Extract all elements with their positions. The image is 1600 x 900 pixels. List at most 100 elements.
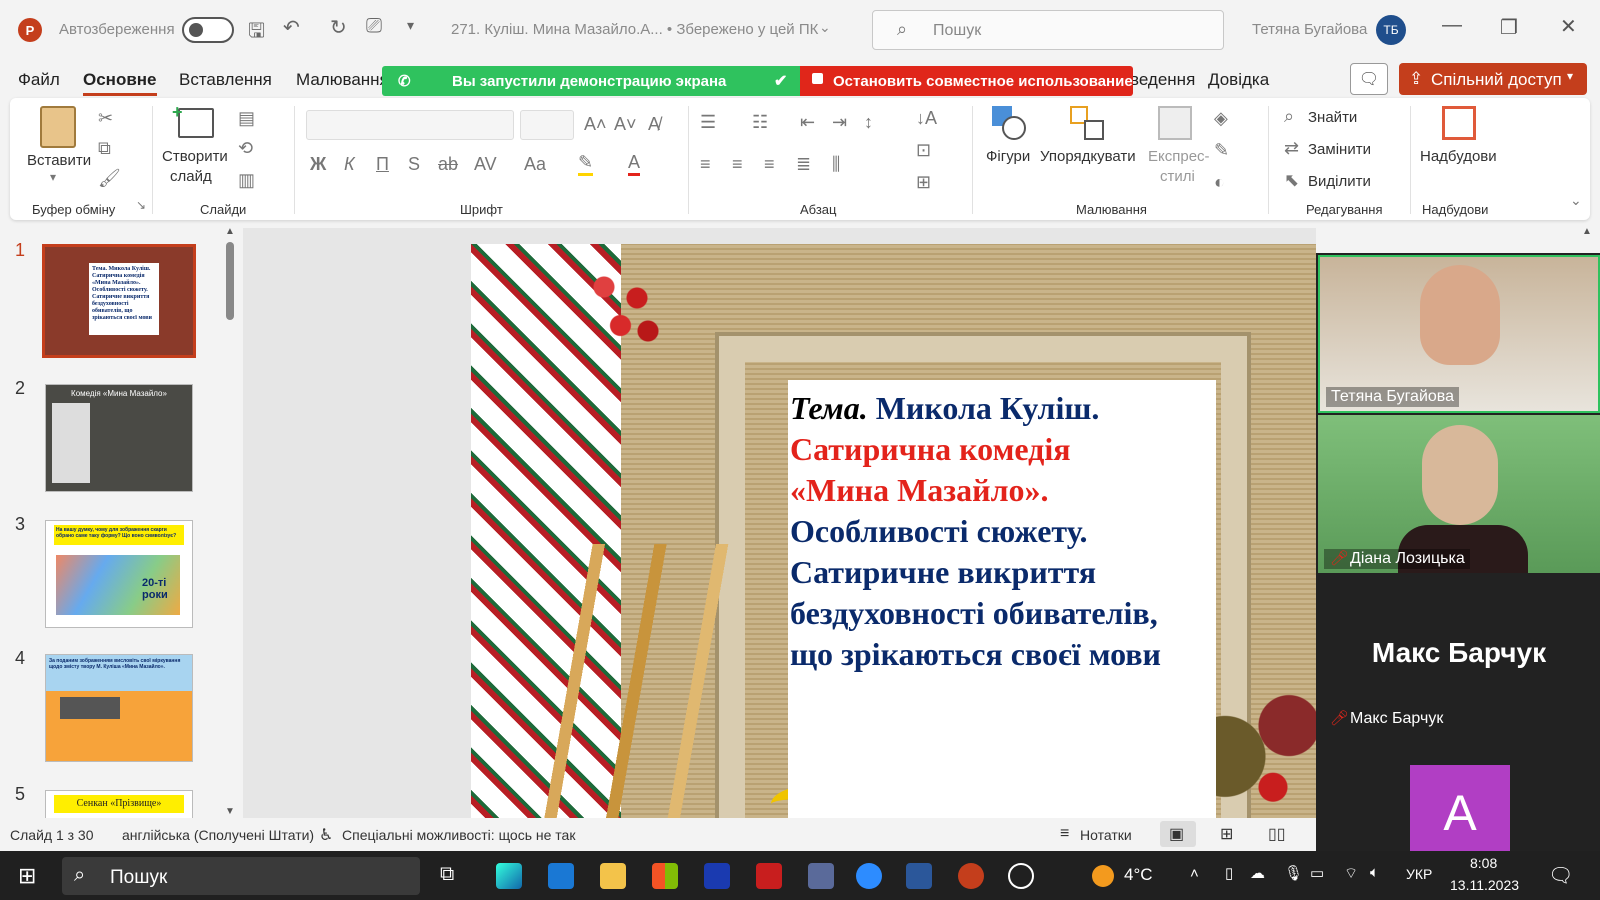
italic-button[interactable]: К [344,154,355,175]
highlight-icon[interactable]: ✎ [578,152,594,176]
quick-styles-button-line2[interactable]: стилі [1160,168,1195,185]
font-name-select[interactable] [306,110,514,140]
cut-icon[interactable]: ✂ [98,108,113,129]
search-box[interactable]: ⌕ Пошук [872,10,1224,50]
scroll-up-icon[interactable]: ▲ [225,226,235,237]
increase-indent-icon[interactable]: ⇥ [832,112,847,133]
notes-icon[interactable]: ≡ [1060,825,1069,843]
scroll-down-icon[interactable]: ▼ [225,806,235,817]
tab-help[interactable]: Довідка [1208,70,1269,90]
shape-outline-icon[interactable]: ✎ [1214,140,1229,161]
media-player-icon[interactable] [1008,863,1034,889]
customize-qat-icon[interactable]: ▾ [407,17,414,34]
slide-thumbnail-2[interactable]: Комедія «Мина Мазайло» [45,384,193,492]
new-slide-icon[interactable] [178,108,214,138]
chevron-up-icon[interactable]: ˄ [1190,865,1199,882]
chevron-down-icon[interactable]: ⌄ [819,19,831,36]
app-l-icon[interactable] [704,863,730,889]
notifications-icon[interactable]: 🗨︎ [1548,863,1573,888]
shapes-icon[interactable] [992,106,1026,140]
collapse-ribbon-icon[interactable]: ⌄ [1570,192,1582,209]
smartart-icon[interactable]: ⊞ [916,172,931,193]
font-size-select[interactable] [520,110,574,140]
quick-styles-button[interactable]: Експрес- [1148,148,1210,165]
task-view-icon[interactable]: ⧉ [440,863,454,886]
section-icon[interactable]: ▥ [238,170,255,191]
thumbnail-scrollbar[interactable]: ▲ ▼ [223,226,237,818]
weather-temperature[interactable]: 4°C [1124,865,1153,885]
bullets-icon[interactable]: ☰ [700,112,716,133]
taskbar-search-input[interactable]: Пошук [110,867,167,889]
char-spacing-icon[interactable]: AV [474,154,497,175]
store-icon[interactable] [652,863,678,889]
align-left-icon[interactable]: ≡ [700,154,711,175]
dialog-launcher-icon[interactable]: ↘ [136,198,146,212]
slide-thumbnail-3[interactable]: На вашу думку, чому для зображення скарг… [45,520,193,628]
tab-draw[interactable]: Малювання [296,70,389,90]
redo-icon[interactable]: ↻ [330,15,347,40]
input-language[interactable]: УКР [1406,866,1432,882]
security-app-icon[interactable] [756,863,782,889]
shape-fill-icon[interactable]: ◈ [1214,108,1228,129]
taskbar-search-box[interactable]: ⌕ Пошук [62,857,420,895]
participant-tile[interactable]: Діана Лозицька 🎤︎ [1318,415,1600,573]
shadow-button[interactable]: S [408,154,420,175]
columns-icon[interactable]: ⫼ [832,154,840,175]
app-icon[interactable] [808,863,834,889]
microphone-icon[interactable]: 🎙︎ [1284,864,1303,882]
volume-icon[interactable]: 🔈︎ [1370,864,1379,881]
slide-thumbnail-5[interactable]: Сенкан «Прізвище» [45,790,193,818]
copy-icon[interactable]: ⧉ [98,138,111,159]
clock-time[interactable]: 8:08 [1470,855,1497,871]
minimize-icon[interactable]: — [1442,14,1462,37]
paste-icon[interactable] [40,106,76,148]
font-color-icon[interactable]: A [628,152,641,176]
powerpoint-icon[interactable] [958,863,984,889]
document-title[interactable]: 271. Куліш. Мина Мазайло.А... • Збережен… [451,21,818,38]
justify-icon[interactable]: ≣ [796,154,811,175]
onedrive-icon[interactable]: ☁ [1250,864,1265,882]
scroll-thumb[interactable] [226,242,234,320]
autosave-toggle[interactable] [182,17,234,43]
slide-sorter-icon[interactable]: ⊞ [1220,824,1233,844]
layout-icon[interactable]: ▤ [238,108,255,129]
participant-initial-avatar[interactable]: A [1410,765,1510,851]
addins-icon[interactable] [1442,106,1476,140]
shapes-button[interactable]: Фігури [986,148,1030,165]
mail-icon[interactable] [548,863,574,889]
comments-button[interactable]: 🗨 [1350,63,1388,95]
avatar[interactable]: ТБ [1376,15,1406,45]
participant-tile[interactable]: Тетяна Бугайова [1318,255,1600,413]
battery-icon[interactable]: ▭ [1310,864,1324,882]
device-icon[interactable]: ▯ [1225,864,1233,882]
chevron-down-icon[interactable]: ▾ [50,170,56,184]
tab-review[interactable]: ведення [1130,70,1195,90]
tab-insert[interactable]: Вставлення [179,70,272,90]
find-button[interactable]: Знайти [1308,109,1357,126]
select-button[interactable]: Виділити [1308,173,1371,190]
line-spacing-icon[interactable]: ↕ [864,112,873,133]
addins-button[interactable]: Надбудови [1420,148,1497,165]
save-icon[interactable]: 🖫 [248,16,265,50]
windows-start-icon[interactable]: ⊞ [18,863,36,889]
shape-effects-icon[interactable]: ◐ [1214,172,1225,193]
underline-button[interactable]: П [376,154,389,175]
restore-icon[interactable]: ❐ [1500,15,1518,40]
decrease-indent-icon[interactable]: ⇤ [800,112,815,133]
tab-home[interactable]: Основне [83,70,157,96]
decrease-font-icon[interactable]: A˅ [614,114,637,135]
participant-tile[interactable]: Макс Барчук Макс Барчук 🎤︎ [1318,575,1600,733]
tab-file[interactable]: Файл [18,70,60,90]
edge-icon[interactable] [496,863,522,889]
undo-icon[interactable]: ↶ [283,15,300,40]
reading-view-icon[interactable]: ▯▯ [1268,824,1286,844]
share-button[interactable]: ⇪ Спільний доступ ▾ [1399,63,1587,95]
weather-icon[interactable] [1092,865,1114,887]
word-icon[interactable] [906,863,932,889]
new-slide-button-line2[interactable]: слайд [170,168,212,185]
accessibility-status[interactable]: Спеціальні можливості: щось не так [342,827,575,843]
strikethrough-button[interactable]: ab [438,154,458,175]
file-explorer-icon[interactable] [600,863,626,889]
slide-thumbnail-4[interactable]: За поданим зображенням висловіть свої мі… [45,654,193,762]
numbering-icon[interactable]: ☷ [752,112,768,133]
